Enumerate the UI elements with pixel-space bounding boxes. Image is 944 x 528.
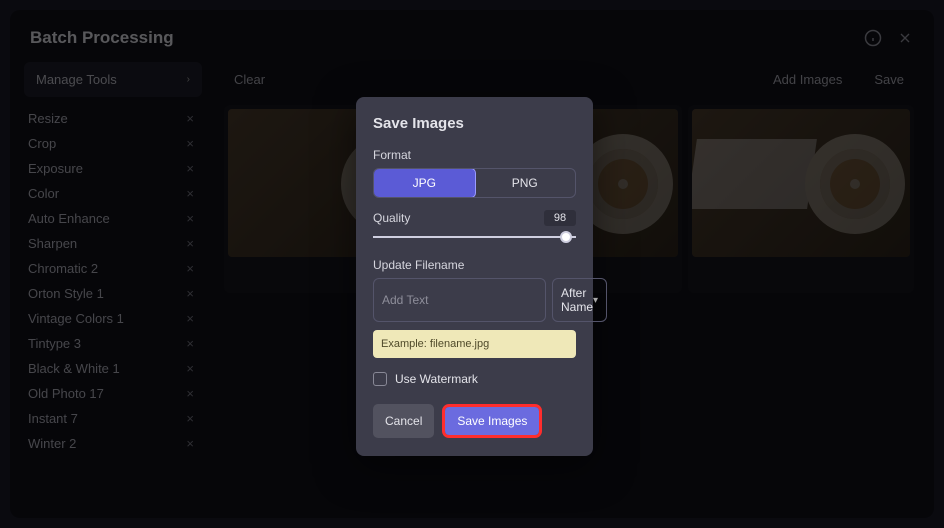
update-filename-label: Update Filename bbox=[373, 258, 576, 272]
watermark-label: Use Watermark bbox=[395, 372, 478, 386]
quality-label: Quality bbox=[373, 211, 410, 225]
format-png-option[interactable]: PNG bbox=[475, 169, 576, 197]
filename-position-select[interactable]: After Name ▾ bbox=[552, 278, 607, 322]
filename-text-input[interactable] bbox=[373, 278, 546, 322]
chevron-down-icon: ▾ bbox=[593, 295, 598, 306]
cancel-button[interactable]: Cancel bbox=[373, 404, 434, 438]
filename-position-value: After Name bbox=[561, 286, 593, 314]
modal-title: Save Images bbox=[373, 115, 576, 132]
format-segmented: JPG PNG bbox=[373, 168, 576, 198]
format-jpg-option[interactable]: JPG bbox=[373, 168, 476, 198]
watermark-checkbox[interactable] bbox=[373, 372, 387, 386]
quality-input[interactable] bbox=[544, 210, 576, 226]
save-images-highlight: Save Images bbox=[442, 404, 542, 438]
filename-example: Example: filename.jpg bbox=[373, 330, 576, 358]
quality-slider[interactable] bbox=[373, 230, 576, 244]
format-label: Format bbox=[373, 148, 576, 162]
save-images-modal: Save Images Format JPG PNG Quality Updat… bbox=[356, 97, 593, 456]
save-images-button[interactable]: Save Images bbox=[445, 407, 539, 435]
